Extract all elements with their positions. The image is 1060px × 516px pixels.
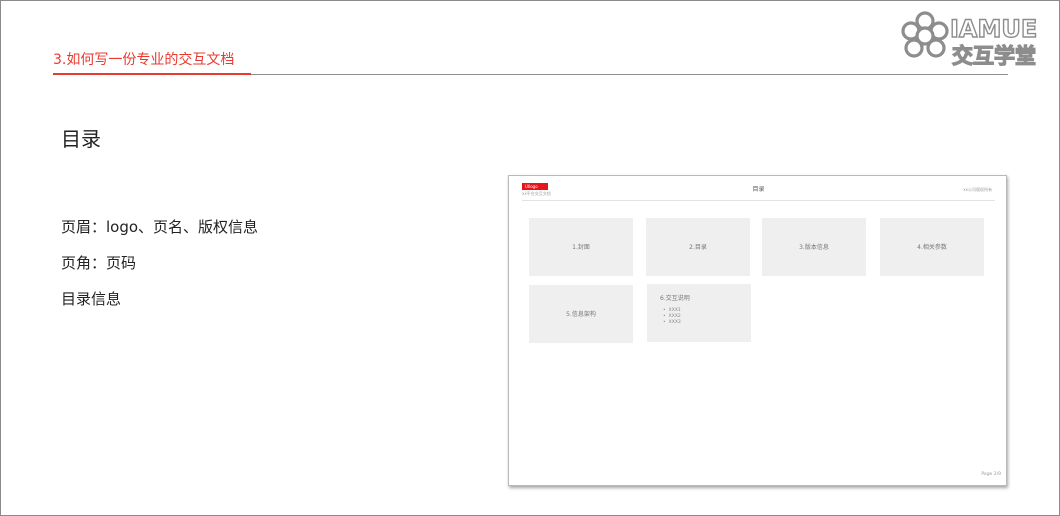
section-title: 3.如何写一份专业的交互文档 [53,52,235,68]
preview-card: 4.相关参数 [880,218,984,276]
brand-name-en: IAMUE [949,14,1038,43]
preview-card-label: 5.信息架构 [566,311,596,318]
document-preview-thumbnail: UIlogo xx平台交互文档 目录 xx公司版权所有 1.封面 2.目录 3.… [508,175,1007,486]
list-item: XXX3 [663,320,681,326]
preview-card-label: 3.版本信息 [799,244,829,251]
preview-card: 5.信息架构 [529,285,633,343]
brand-logo: IAMUE 交互学堂 [900,11,1050,69]
preview-card-label: 2.目录 [689,244,707,251]
preview-page-title: 目录 [752,186,765,193]
preview-header-divider [522,200,995,201]
list-item: 页眉：logo、页名、版权信息 [61,218,259,236]
preview-copyright: xx公司版权所有 [963,187,992,192]
list-item: 目录信息 [61,290,122,308]
content-list: 页眉：logo、页名、版权信息 页角：页码 目录信息 [61,217,258,325]
preview-card: 2.目录 [646,218,750,276]
title-underline-accent [53,73,251,75]
preview-page-number: Page 2/9 [981,472,1001,477]
brand-name-cn: 交互学堂 [951,43,1036,68]
preview-card: 3.版本信息 [762,218,866,276]
preview-card-label: 1.封面 [572,244,590,251]
list-item: 页角：页码 [61,254,137,272]
preview-card-label: 6.交互说明 [660,295,690,302]
preview-card: 6.交互说明 XXX1 XXX2 XXX3 [647,284,751,342]
preview-card: 1.封面 [529,218,633,276]
flower-knot-icon [901,11,949,58]
preview-card-label: 4.相关参数 [917,244,947,251]
page-heading: 目录 [61,127,101,151]
preview-card-sublist: XXX1 XXX2 XXX3 [663,308,681,326]
